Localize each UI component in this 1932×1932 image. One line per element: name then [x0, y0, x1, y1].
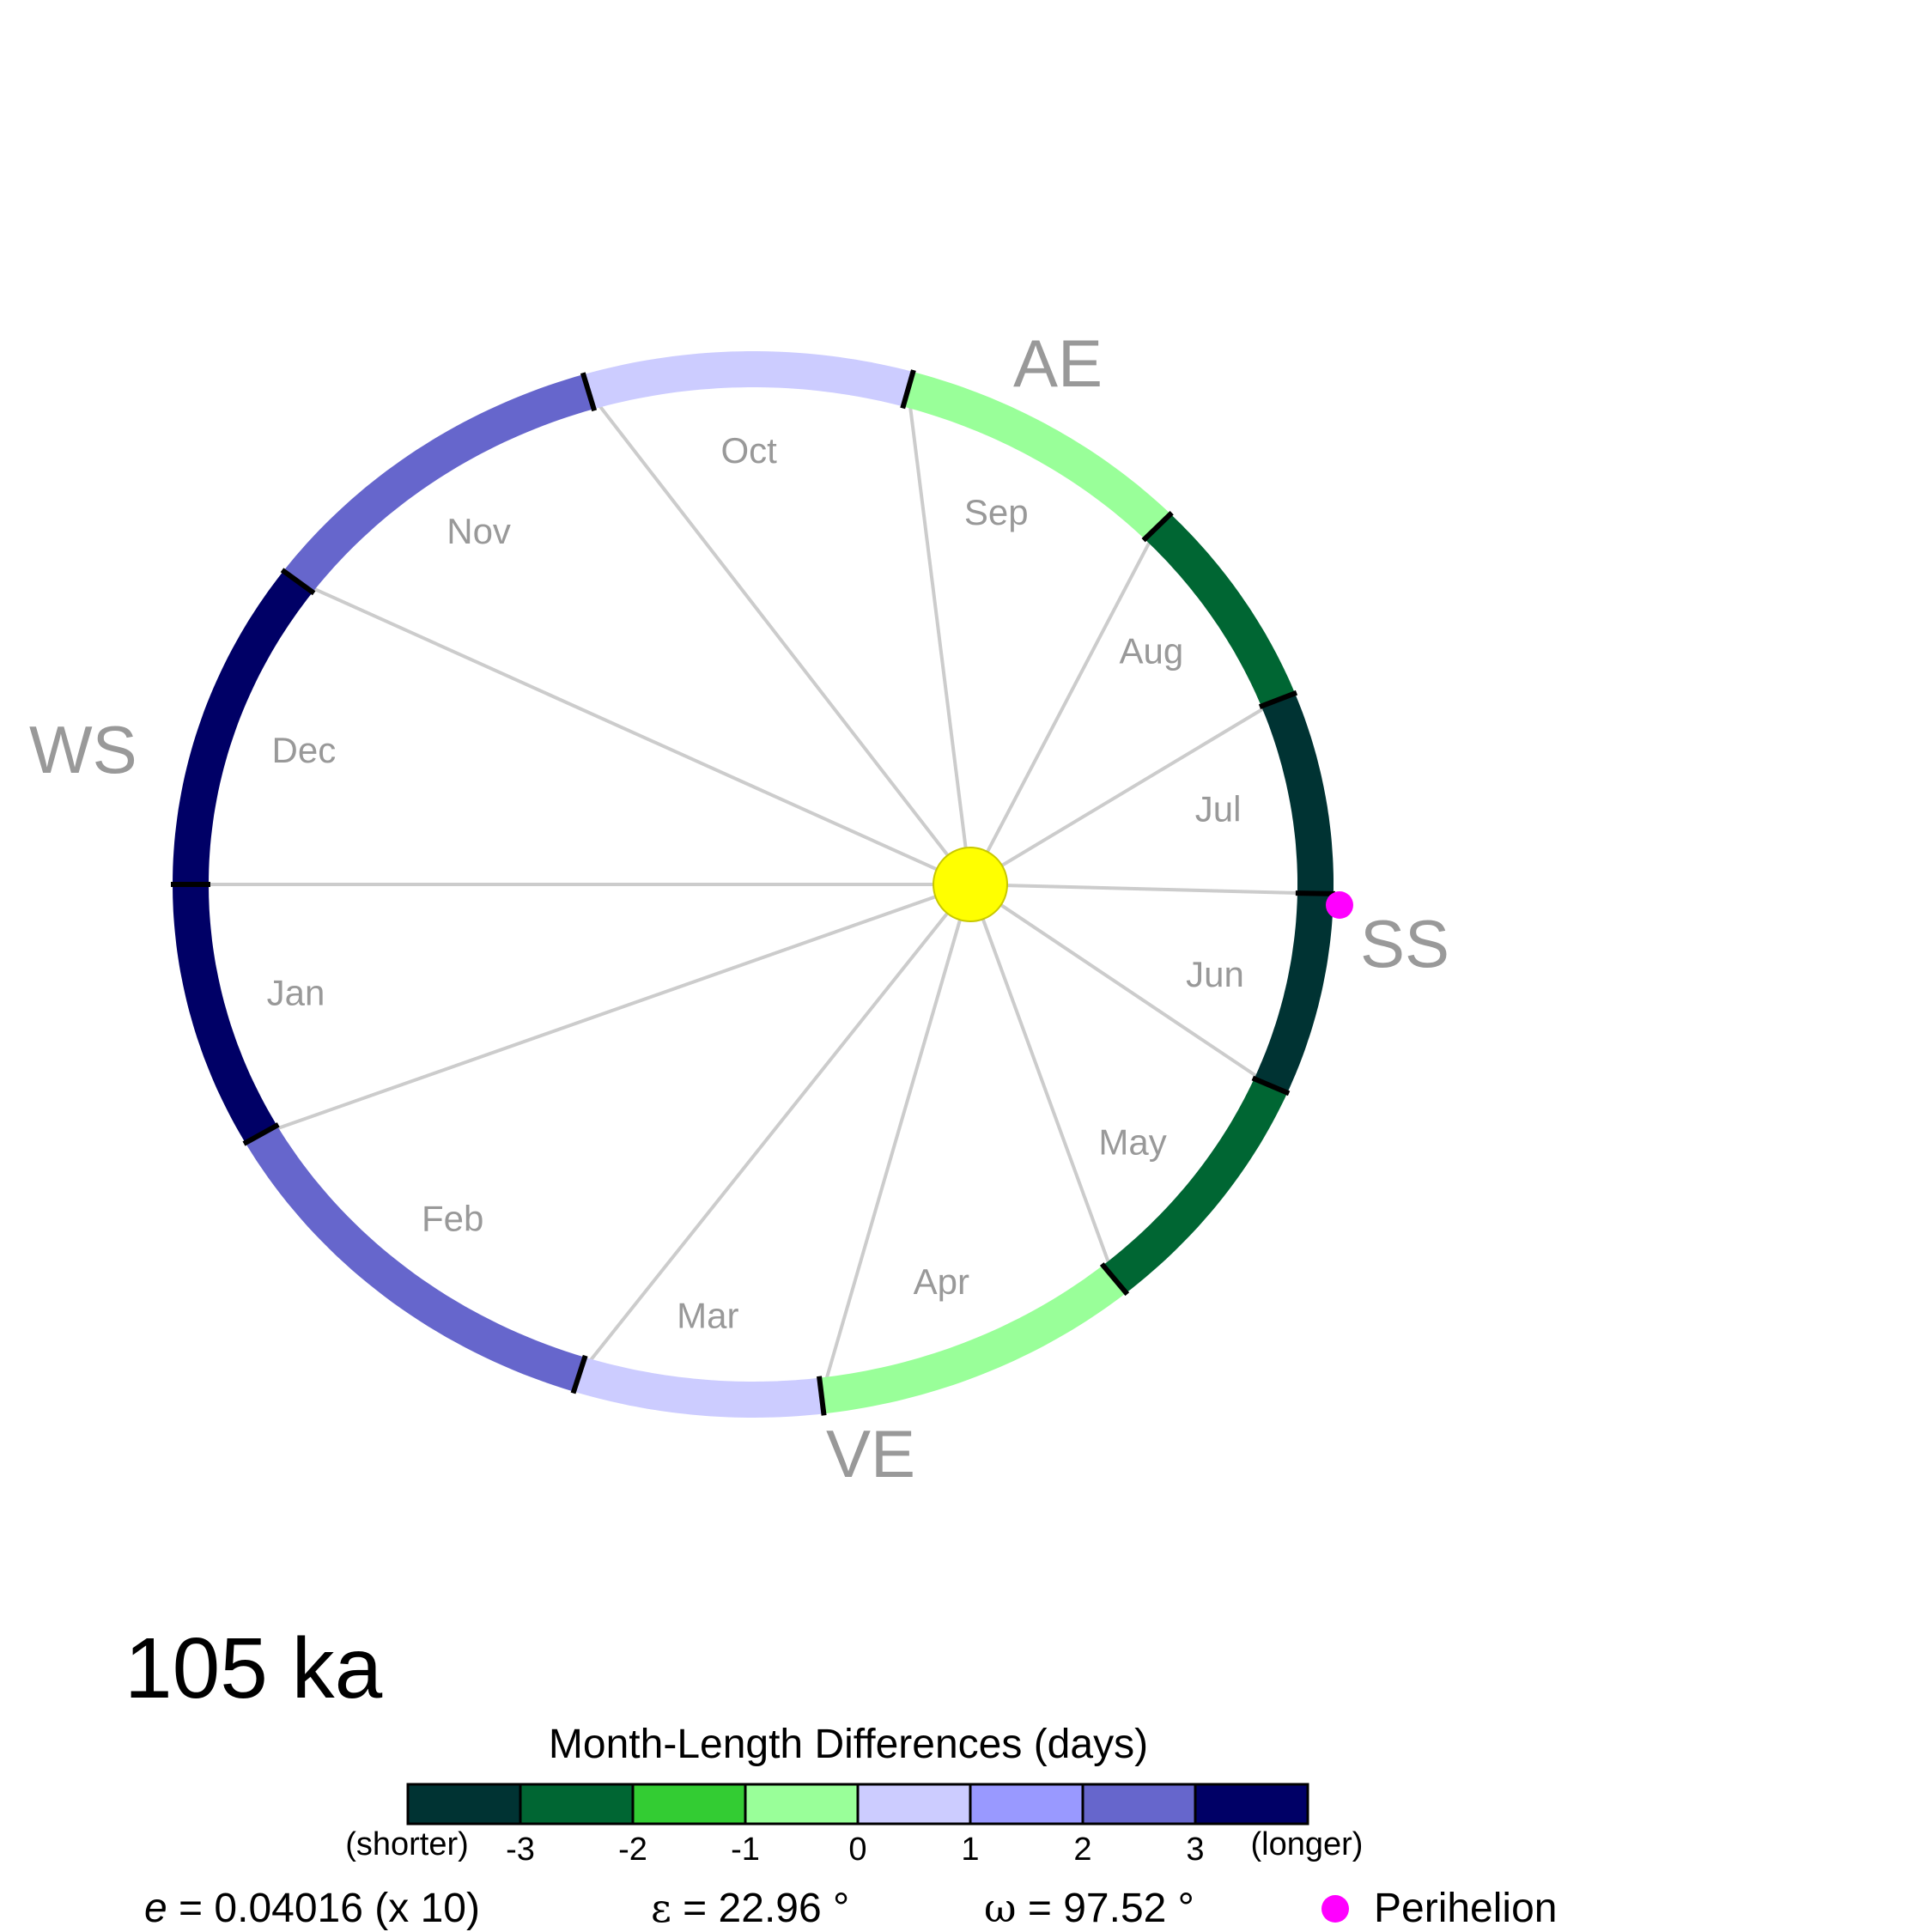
month-boundary-ray — [819, 884, 972, 1397]
month-label-mar: Mar — [677, 1296, 738, 1336]
month-label-may: May — [1098, 1121, 1166, 1162]
season-label-ve: VE — [826, 1416, 915, 1492]
orbit-diagram: JanFebMarAprMayJunJulAugSepOctNovDec AE … — [29, 325, 1557, 1931]
month-boundary-ray — [969, 526, 1159, 885]
precession-readout: ω = 97.52 ° — [984, 1885, 1194, 1931]
month-label-apr: Apr — [914, 1261, 969, 1302]
season-label-ws: WS — [29, 712, 137, 787]
legend-tick-labels: -3 -2 -1 0 1 2 3 — [506, 1832, 1204, 1868]
month-boundary-ray — [297, 580, 971, 886]
month-arc-mar — [574, 1357, 824, 1418]
month-boundary-ray — [969, 883, 1315, 896]
eccentricity-value: = 0.04016 (x 10) — [167, 1886, 480, 1931]
month-arc-jun — [1254, 893, 1334, 1094]
legend-swatch — [1194, 1783, 1309, 1826]
legend-swatch — [1081, 1783, 1197, 1826]
month-label-oct: Oct — [721, 430, 778, 471]
legend-tick-label: 3 — [1186, 1832, 1204, 1868]
legend-shorter-label: (shorter) — [345, 1826, 469, 1862]
month-boundary-tick — [1295, 890, 1335, 896]
legend-swatch — [856, 1783, 972, 1826]
eccentricity-symbol: e — [144, 1886, 167, 1931]
month-arc-sep — [902, 371, 1170, 540]
legend-swatch — [969, 1783, 1084, 1826]
legend-colorbar — [406, 1783, 1309, 1826]
obliquity-readout: ε = 22.96 ° — [651, 1885, 849, 1931]
precession-value: = 97.52 ° — [1017, 1886, 1194, 1931]
legend-tick-label: 2 — [1073, 1832, 1091, 1868]
month-arc-jul — [1261, 693, 1334, 894]
legend-tick-label: -1 — [731, 1832, 760, 1868]
legend-swatch — [744, 1783, 860, 1826]
legend-swatch — [631, 1783, 747, 1826]
obliquity-symbol: ε — [651, 1885, 671, 1931]
month-arc-feb — [246, 1124, 585, 1392]
month-label-nov: Nov — [447, 511, 511, 551]
precession-symbol: ω — [984, 1885, 1017, 1931]
legend-swatch — [519, 1783, 635, 1826]
month-arc-jan — [173, 884, 277, 1144]
page-title: 105 ka — [125, 1620, 383, 1716]
month-arc-may — [1103, 1078, 1287, 1294]
perihelion-legend-marker — [1321, 1895, 1349, 1923]
month-boundary-ray — [586, 390, 972, 886]
month-arc-aug — [1145, 513, 1295, 708]
month-label-jun: Jun — [1186, 954, 1244, 994]
month-arc-oct — [584, 351, 913, 410]
month-label-aug: Aug — [1120, 631, 1184, 671]
month-boundary-ray — [906, 388, 972, 885]
perihelion-marker — [1326, 891, 1353, 919]
month-boundary-ray — [260, 883, 971, 1136]
legend-title: Month-Length Differences (days) — [549, 1722, 1148, 1767]
legend-tick-label: 1 — [961, 1832, 979, 1868]
season-label-ae: AE — [1013, 325, 1103, 401]
month-arc-nov — [283, 374, 594, 593]
month-label-jul: Jul — [1195, 788, 1242, 829]
legend-tick-label: -2 — [618, 1832, 647, 1868]
month-label-feb: Feb — [422, 1199, 483, 1239]
legend-swatch — [406, 1783, 522, 1826]
perihelion-legend-label: Perihelion — [1374, 1886, 1557, 1931]
month-label-jan: Jan — [267, 972, 325, 1012]
legend-longer-label: (longer) — [1251, 1826, 1364, 1862]
eccentricity-readout: e = 0.04016 (x 10) — [144, 1886, 480, 1931]
month-label-sep: Sep — [964, 492, 1029, 532]
legend-tick-label: 0 — [848, 1832, 866, 1868]
legend-tick-label: -3 — [506, 1832, 535, 1868]
obliquity-value: = 22.96 ° — [671, 1886, 849, 1931]
sun-icon — [933, 847, 1008, 922]
month-label-dec: Dec — [272, 730, 337, 770]
season-label-ss: SS — [1360, 906, 1449, 981]
month-boundary-ray — [969, 884, 1116, 1280]
month-boundary-ray — [578, 883, 972, 1376]
